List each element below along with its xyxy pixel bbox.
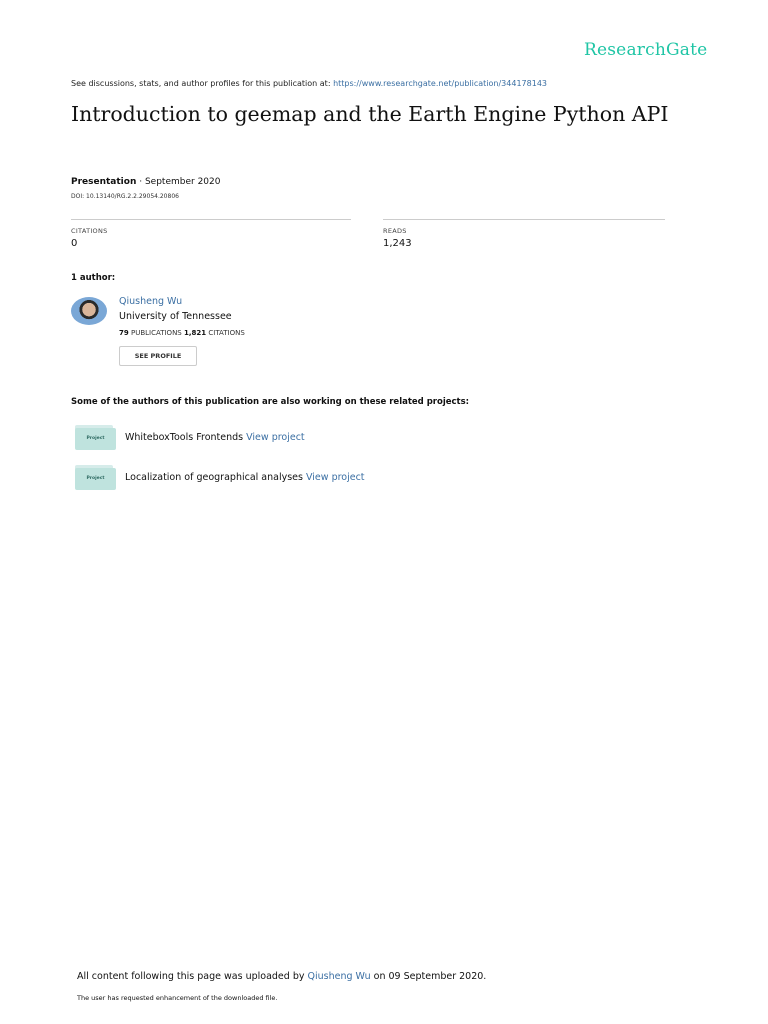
doi: DOI: 10.13140/RG.2.2.29054.20806 [71, 193, 179, 200]
project-folder-icon: Project [75, 465, 116, 491]
view-project-link[interactable]: View project [246, 432, 305, 443]
reads-count: 1,243 [383, 238, 412, 249]
divider [71, 219, 351, 220]
upload-suffix: on 09 September 2020. [370, 971, 487, 982]
avatar[interactable] [71, 297, 107, 325]
upload-prefix: All content following this page was uplo… [77, 971, 308, 982]
author-institution: University of Tennessee [119, 311, 232, 322]
see-profile-button[interactable]: SEE PROFILE [119, 346, 197, 366]
publication-type: Presentation [71, 177, 137, 187]
author-citations-label: CITATIONS [206, 329, 245, 337]
uploader-link[interactable]: Qiusheng Wu [308, 971, 371, 982]
view-project-link[interactable]: View project [306, 472, 365, 483]
project-item: WhiteboxTools Frontends View project [125, 432, 305, 443]
projects-heading: Some of the authors of this publication … [71, 397, 470, 407]
publication-url-link[interactable]: https://www.researchgate.net/publication… [333, 79, 547, 88]
divider [383, 219, 665, 220]
publications-label: PUBLICATIONS [128, 329, 184, 337]
author-stats: 79 PUBLICATIONS 1,821 CITATIONS [119, 329, 245, 337]
reads-label: READS [383, 227, 407, 235]
publication-meta: Presentation · September 2020 [71, 177, 220, 187]
discussion-line: See discussions, stats, and author profi… [71, 79, 547, 88]
page-title: Introduction to geemap and the Earth Eng… [71, 102, 669, 126]
project-badge: Project [75, 468, 116, 490]
author-name-link[interactable]: Qiusheng Wu [119, 296, 182, 307]
enhancement-note: The user has requested enhancement of th… [77, 994, 278, 1002]
citations-count: 0 [71, 238, 78, 249]
citations-label: CITATIONS [71, 227, 108, 235]
project-name: Localization of geographical analyses [125, 472, 306, 483]
project-badge: Project [75, 428, 116, 450]
author-citations-count: 1,821 [183, 329, 207, 337]
discussion-prefix: See discussions, stats, and author profi… [71, 79, 334, 88]
authors-heading: 1 author: [71, 273, 116, 283]
publications-count: 79 [119, 329, 129, 337]
project-name: WhiteboxTools Frontends [125, 432, 247, 443]
upload-note: All content following this page was uplo… [77, 971, 486, 982]
publication-date: · September 2020 [136, 177, 221, 187]
project-item: Localization of geographical analyses Vi… [125, 472, 365, 483]
researchgate-logo[interactable]: ResearchGate [584, 40, 707, 60]
project-folder-icon: Project [75, 425, 116, 451]
